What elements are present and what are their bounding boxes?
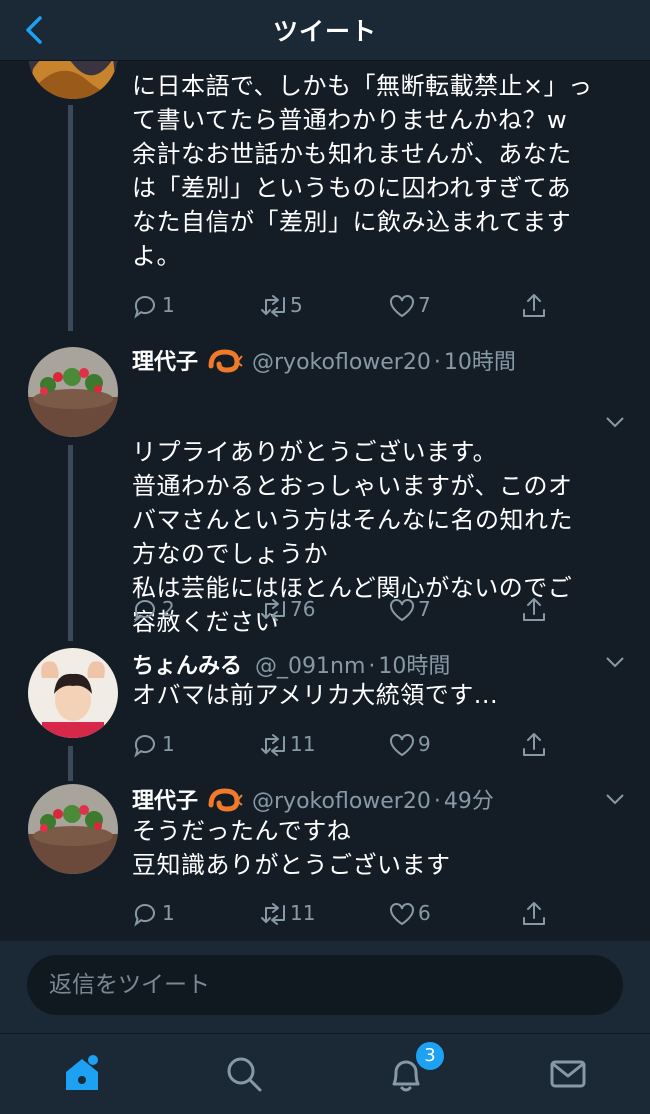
like-button[interactable]: 7 <box>388 594 478 626</box>
like-count: 6 <box>418 901 431 925</box>
reply-count: 1 <box>162 901 175 925</box>
like-count: 9 <box>418 732 431 756</box>
thread-connector <box>68 746 73 781</box>
retweet-button[interactable]: 11 <box>260 729 350 761</box>
tweet-thread[interactable]: に日本語で、しかも「無断転載禁止×」っ て書いてたら普通わかりませんかね？w 余… <box>0 61 650 941</box>
shrimp-emoji-icon <box>208 349 243 373</box>
retweet-count: 11 <box>290 732 316 756</box>
share-button[interactable] <box>520 290 552 322</box>
like-button[interactable]: 9 <box>388 729 478 761</box>
page-title: ツイート <box>272 17 377 46</box>
reply-count: 1 <box>162 732 175 756</box>
tweet-header: 理代子 @ryokoflower20 · 10時間 <box>132 344 516 376</box>
tweet-text: に日本語で、しかも「無断転載禁止×」っ て書いてたら普通わかりませんかね？w 余… <box>132 72 593 270</box>
avatar[interactable] <box>28 648 118 738</box>
display-name[interactable]: 理代子 <box>132 789 198 814</box>
heart-icon <box>390 734 414 757</box>
tweet-text: オバマは前アメリカ大統領です... <box>132 681 499 709</box>
retweet-button[interactable]: 5 <box>260 290 350 322</box>
avatar[interactable] <box>28 347 118 437</box>
tweet-time[interactable]: 10時間 <box>378 654 450 679</box>
retweet-icon <box>261 734 285 756</box>
user-handle[interactable]: @ryokoflower20 <box>252 350 431 375</box>
reply-bar <box>0 941 650 1033</box>
chevron-down-icon <box>606 417 624 428</box>
thread-connector <box>68 445 73 641</box>
display-name[interactable]: ちょんみる <box>132 654 242 679</box>
home-icon <box>66 1055 98 1090</box>
tweet-actions: 2 76 7 <box>132 594 632 626</box>
share-icon <box>523 733 545 756</box>
retweet-count: 76 <box>290 597 316 621</box>
tweet-menu-caret[interactable] <box>604 791 626 805</box>
avatar[interactable] <box>28 784 118 874</box>
retweet-icon <box>261 295 285 317</box>
avatar[interactable] <box>28 61 118 99</box>
heart-icon <box>390 903 414 926</box>
tweet-actions: 1 11 9 <box>132 729 632 761</box>
tab-home[interactable] <box>60 1052 104 1096</box>
speech-bubble-icon <box>134 904 155 927</box>
notification-badge: 3 <box>414 1040 446 1072</box>
reply-button[interactable]: 1 <box>132 290 222 322</box>
tweet[interactable]: 理代子 @ryokoflower20 · 10時間 リプライありがとうございます。 … <box>0 341 650 641</box>
thread-connector <box>68 105 73 331</box>
tweet-menu-caret[interactable] <box>604 414 626 428</box>
search-icon <box>227 1057 262 1092</box>
retweet-button[interactable]: 11 <box>260 898 350 930</box>
tweet-text: そうだったんですね 豆知識ありがとうございます <box>132 817 451 879</box>
share-icon <box>523 902 545 925</box>
chevron-down-icon <box>606 657 624 668</box>
tweet-actions: 1 5 7 <box>132 290 632 322</box>
reply-input[interactable] <box>27 955 623 1015</box>
like-count: 7 <box>418 597 431 621</box>
user-handle[interactable]: @ryokoflower20 <box>252 789 431 814</box>
retweet-icon <box>261 599 285 621</box>
like-button[interactable]: 6 <box>388 898 478 930</box>
tweet-actions: 1 11 6 <box>132 898 632 930</box>
tweet[interactable]: 理代子 @ryokoflower20 · 49分 そうだったんですね 豆知識ありがと… <box>0 781 650 941</box>
retweet-icon <box>261 903 285 925</box>
envelope-icon <box>550 1060 586 1088</box>
chevron-down-icon <box>606 794 624 805</box>
tab-search[interactable] <box>222 1052 266 1096</box>
retweet-button[interactable]: 76 <box>260 594 350 626</box>
retweet-count: 5 <box>290 293 303 317</box>
tab-bar <box>0 1033 650 1114</box>
speech-bubble-icon <box>134 600 155 623</box>
separator: · <box>433 789 441 814</box>
separator: · <box>368 654 376 679</box>
heart-icon <box>390 599 414 622</box>
reply-button[interactable]: 2 <box>132 594 222 626</box>
reply-button[interactable]: 1 <box>132 729 222 761</box>
tweet-header: 理代子 @ryokoflower20 · 49分 <box>132 783 494 815</box>
display-name[interactable]: 理代子 <box>132 350 198 375</box>
tweet-menu-caret[interactable] <box>604 654 626 668</box>
heart-icon <box>390 295 414 318</box>
reply-button[interactable]: 1 <box>132 898 222 930</box>
speech-bubble-icon <box>134 735 155 758</box>
tweet-time[interactable]: 49分 <box>444 789 494 814</box>
header: ツイート <box>0 0 650 61</box>
share-button[interactable] <box>520 729 552 761</box>
like-button[interactable]: 7 <box>388 290 478 322</box>
tweet[interactable]: に日本語で、しかも「無断転載禁止×」っ て書いてたら普通わかりませんかね？w 余… <box>0 61 650 341</box>
separator: · <box>433 350 441 375</box>
reply-count: 2 <box>162 597 175 621</box>
share-icon <box>523 294 545 317</box>
tweet[interactable]: ちょんみる @_091nm · 10時間 オバマは前アメリカ大統領です... 1 1… <box>0 641 650 781</box>
share-icon <box>523 598 545 621</box>
shrimp-emoji-icon <box>208 788 243 812</box>
like-count: 7 <box>418 293 431 317</box>
tweet-header: ちょんみる @_091nm · 10時間 <box>132 648 450 680</box>
user-handle[interactable]: @_091nm <box>255 654 365 679</box>
reply-count: 1 <box>162 293 175 317</box>
retweet-count: 11 <box>290 901 316 925</box>
tweet-time[interactable]: 10時間 <box>444 350 516 375</box>
tab-messages[interactable] <box>546 1052 590 1096</box>
share-button[interactable] <box>520 898 552 930</box>
speech-bubble-icon <box>134 296 155 319</box>
share-button[interactable] <box>520 594 552 626</box>
